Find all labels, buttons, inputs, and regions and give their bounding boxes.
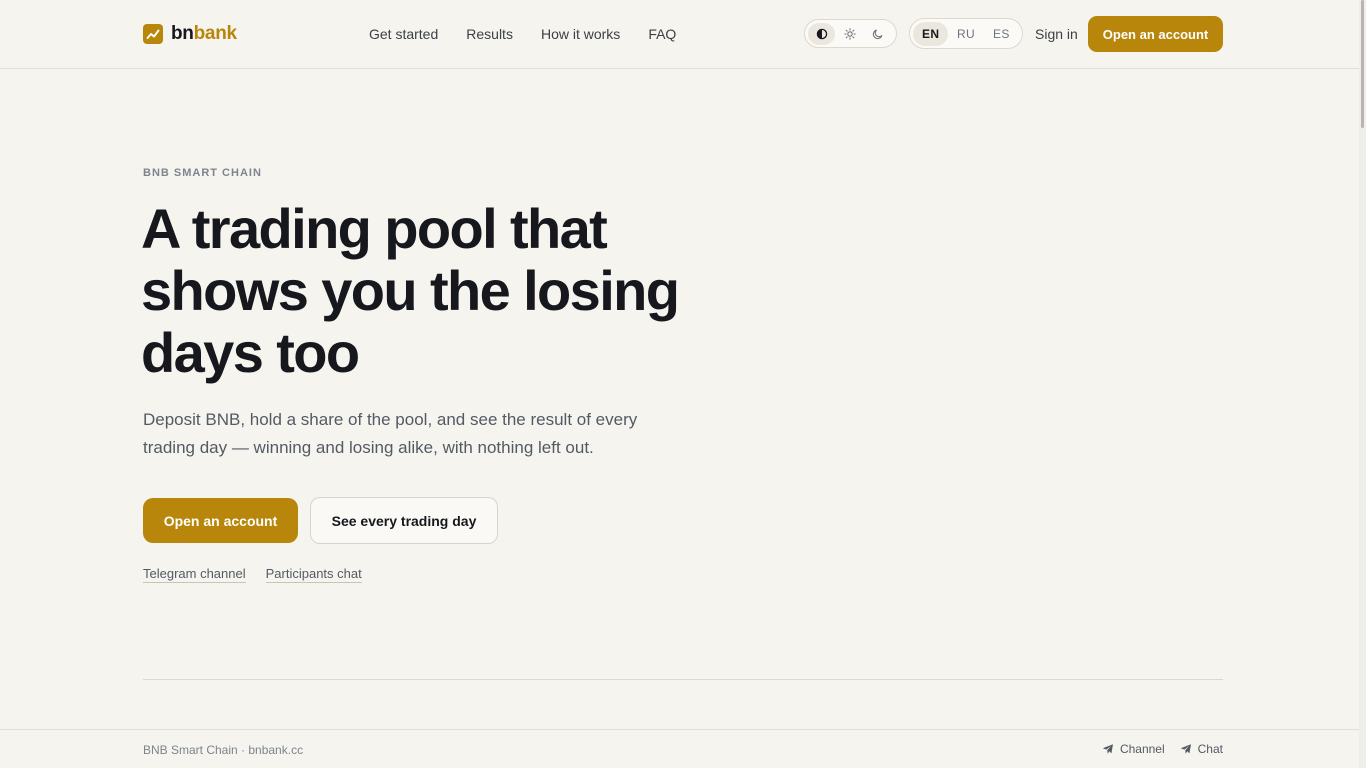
section-divider [143, 679, 1223, 680]
theme-dark-button[interactable] [865, 23, 892, 45]
logo-text: bnbank [171, 23, 237, 45]
nav-results[interactable]: Results [466, 26, 513, 43]
language-switcher: EN RU ES [909, 18, 1023, 49]
contrast-icon [816, 28, 827, 39]
moon-icon [873, 29, 883, 39]
site-footer: BNB Smart Chain · bnbank.cc Channel Chat [0, 729, 1359, 768]
telegram-icon [1180, 744, 1191, 754]
nav-faq[interactable]: FAQ [648, 26, 676, 43]
telegram-channel-link[interactable]: Telegram channel [143, 566, 246, 583]
eyebrow-label: BNB SMART CHAIN [143, 167, 262, 179]
trend-up-icon [143, 24, 163, 44]
footer-links: Channel Chat [1087, 742, 1223, 756]
lang-en[interactable]: EN [913, 21, 949, 46]
footer-channel-link[interactable]: Channel [1102, 742, 1165, 756]
footer-chat-link[interactable]: Chat [1180, 742, 1223, 756]
nav-get-started[interactable]: Get started [369, 26, 438, 43]
nav-how-it-works[interactable]: How it works [541, 26, 620, 43]
sun-icon [844, 27, 856, 40]
logo-text-part-2: bank [193, 23, 237, 44]
main-nav: Get started Results How it works FAQ [369, 26, 704, 43]
site-header: bnbank Get started Results How it works … [0, 0, 1359, 69]
theme-toggle [804, 19, 897, 48]
open-account-button[interactable]: Open an account [143, 498, 298, 543]
footer-info: BNB Smart Chain · bnbank.cc [143, 743, 304, 757]
lang-es[interactable]: ES [984, 22, 1019, 46]
participants-chat-link[interactable]: Participants chat [265, 566, 362, 583]
theme-light-button[interactable] [836, 23, 863, 45]
open-account-header-button[interactable]: Open an account [1088, 16, 1223, 52]
logo-text-part-1: bn [171, 23, 194, 44]
page-title: A trading pool that shows you the losing… [141, 197, 680, 384]
telegram-icon [1102, 744, 1113, 754]
logo[interactable]: bnbank [143, 23, 237, 45]
lang-ru[interactable]: RU [948, 22, 983, 46]
community-links: Telegram channel Participants chat [143, 566, 382, 583]
footer-chat-label: Chat [1197, 742, 1223, 756]
hero-description: Deposit BNB, hold a share of the pool, a… [143, 410, 638, 457]
sign-in-link[interactable]: Sign in [1035, 26, 1078, 42]
scrollbar-thumb[interactable] [1361, 0, 1364, 128]
theme-auto-button[interactable] [808, 22, 836, 45]
see-trading-days-button[interactable]: See every trading day [310, 497, 498, 544]
footer-channel-label: Channel [1119, 742, 1165, 756]
